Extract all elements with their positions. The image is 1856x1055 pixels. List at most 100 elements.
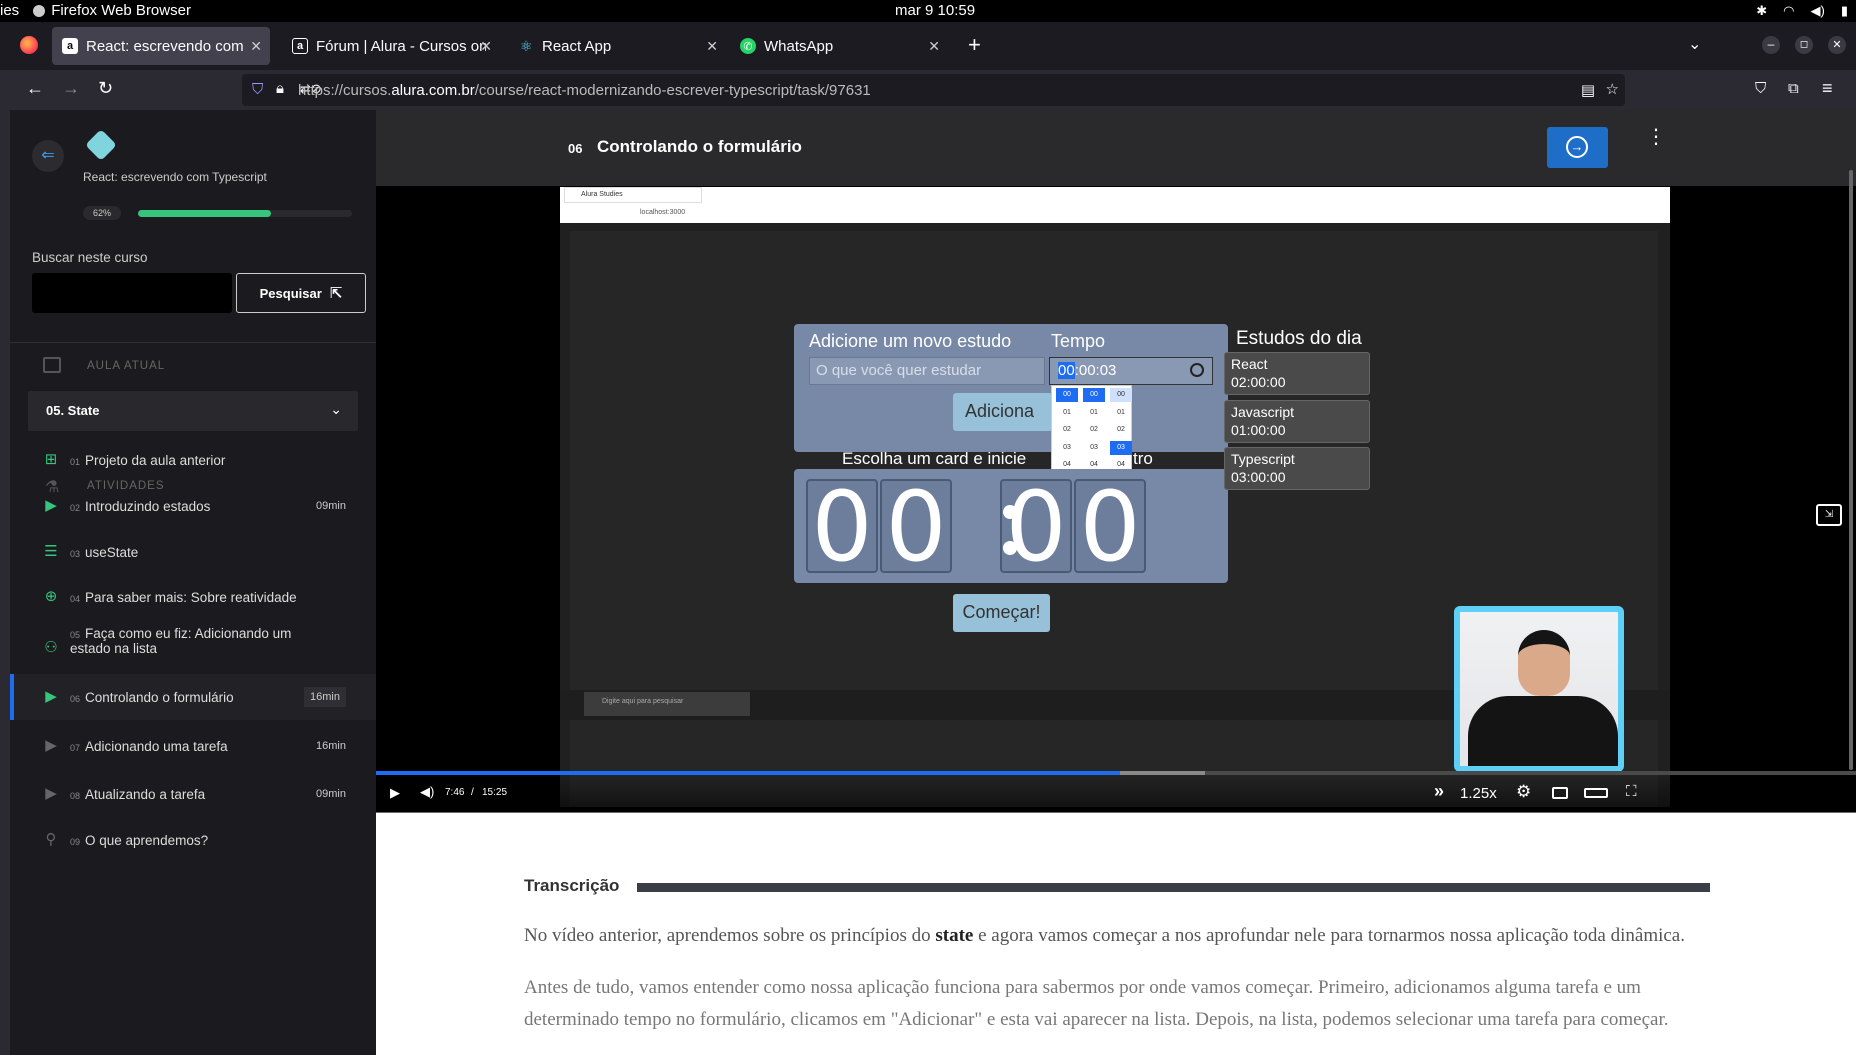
activity-title: Atualizando a tarefa [85, 786, 206, 802]
minimize-button[interactable]: – [1762, 36, 1780, 54]
system-clock[interactable]: mar 9 10:59 [895, 2, 975, 19]
back-icon[interactable]: ← [26, 78, 44, 99]
alura-favicon: a [292, 38, 308, 54]
course-search-input[interactable] [32, 273, 232, 313]
tracking-shield-icon[interactable]: ⛉ [252, 81, 263, 98]
app-menu[interactable]: Firefox Web Browser [33, 2, 191, 19]
video-controls: ▶ ◀) 7:46 / 15:25 » 1.25x ⚙ ⛶ [376, 771, 1856, 813]
transcript-body: No vídeo anterior, aprendemos sobre os p… [524, 920, 1704, 1036]
time-picker-cell: 01 [1090, 408, 1098, 416]
list-tabs-icon[interactable]: ⌄ [1688, 34, 1701, 54]
time-picker-cell: 00 [1083, 388, 1105, 402]
url-bar[interactable]: ⛉ 🔒︎ ⇄⊘ https://cursos.alura.com.br/cour… [242, 74, 1625, 106]
bookmark-star-icon[interactable]: ☆ [1606, 80, 1619, 98]
pocket-icon[interactable]: ⛉ [1755, 80, 1766, 97]
progress-percent: 62% [83, 206, 121, 220]
activity-duration: 09min [316, 500, 346, 512]
activity-number: 09 [70, 836, 81, 847]
tab-react-course[interactable]: a React: escrevendo com T ✕ [52, 27, 270, 65]
close-tab-icon[interactable]: ✕ [480, 38, 492, 55]
tab-forum[interactable]: a Fórum | Alura - Cursos on ✕ [282, 27, 500, 65]
day-study-card: Javascript 01:00:00 [1224, 399, 1370, 443]
settings-gear-icon[interactable]: ⚙ [1516, 782, 1531, 802]
activity-item[interactable]: ⊞ 01 Projeto da aula anterior [10, 448, 376, 472]
collapse-sidebar-icon[interactable]: ⇐ [32, 140, 64, 172]
close-window-button[interactable]: ✕ [1828, 36, 1846, 54]
activity-item[interactable]: ⚇ 05 Faça como eu fiz: Adicionando um estad… [10, 626, 376, 656]
activity-item[interactable]: ▶ 06 Controlando o formulário 16min [10, 674, 376, 720]
maximize-button[interactable]: ◻ [1795, 36, 1813, 54]
play-activity-icon: ▶ [45, 497, 57, 514]
activity-item[interactable]: ▶ 02 Introduzindo estados 09min [10, 494, 376, 518]
lock-icon[interactable]: 🔒︎ [276, 80, 284, 97]
add-study-button: Adiciona [953, 393, 1053, 431]
study-input: O que você quer estudar [809, 357, 1045, 385]
hamburger-menu-icon[interactable]: ≡ [1822, 78, 1833, 99]
reader-view-icon[interactable]: ▤ [1581, 81, 1595, 99]
activity-duration: 16min [316, 740, 346, 752]
wifi-icon: ◠ [1783, 3, 1795, 18]
time-picker-cell: 03 [1110, 440, 1132, 455]
activity-duration: 16min [304, 687, 346, 707]
play-icon[interactable]: ▶ [390, 785, 400, 801]
fullscreen-icon[interactable]: ⛶ [1626, 783, 1637, 800]
start-button: Começar! [953, 594, 1050, 632]
forward-icon[interactable]: → [62, 78, 80, 99]
picture-in-picture-icon[interactable]: ⇲ [1816, 504, 1842, 526]
time-input: 00:00:03 [1049, 357, 1213, 385]
activity-item[interactable]: ⊕ 04 Para saber mais: Sobre reatividade [10, 585, 376, 609]
activity-item[interactable]: ▶ 08 Atualizando a tarefa 09min [10, 782, 376, 806]
tab-whatsapp[interactable]: ✆ WhatsApp ✕ [730, 27, 948, 65]
app-name: Firefox Web Browser [51, 2, 191, 19]
miniplayer-icon[interactable] [1552, 787, 1568, 799]
seek-bar[interactable] [376, 771, 1856, 775]
search-button[interactable]: Pesquisar ⇱ [236, 273, 366, 313]
activity-number: 01 [70, 456, 81, 467]
theater-mode-icon[interactable] [1584, 788, 1608, 798]
url-text[interactable]: https://cursos.alura.com.br/course/react… [298, 82, 871, 99]
activity-item[interactable]: ⚲ 09 O que aprendemos? [10, 828, 376, 852]
nested-taskbar-search: Digite aqui para pesquisar [584, 692, 750, 716]
instructor-head [1518, 630, 1570, 696]
reload-icon[interactable]: ↻ [98, 78, 113, 99]
close-tab-icon[interactable]: ✕ [250, 38, 262, 55]
activity-item[interactable]: ☰ 03 useState [10, 540, 376, 564]
video-player[interactable]: Alura Studies localhost:3000 Adicione um… [376, 186, 1856, 812]
day-study-name: Typescript [1231, 451, 1295, 467]
book-activity-icon: ⊞ [44, 451, 58, 468]
day-study-time: 01:00:00 [1231, 421, 1286, 438]
activity-item[interactable]: ▶ 07 Adicionando uma tarefa 16min [10, 734, 376, 758]
system-tray[interactable]: ✱ ◠ ◀) ▮ [1756, 3, 1848, 19]
navigation-toolbar: ← → ↻ ⛉ 🔒︎ ⇄⊘ https://cursos.alura.com.b… [0, 70, 1856, 110]
lesson-header: 06 Controlando o formulário → ⋮ [376, 110, 1856, 186]
battery-icon: ▮ [1840, 3, 1848, 18]
cards-heading: Escolha um card e inicie [842, 449, 1027, 468]
volume-icon[interactable]: ◀) [420, 784, 434, 800]
page-scrollbar[interactable] [1846, 110, 1856, 1055]
close-tab-icon[interactable]: ✕ [706, 38, 718, 55]
activities-button[interactable]: ies [0, 2, 19, 19]
time-picker-cell: 02 [1063, 426, 1071, 434]
close-tab-icon[interactable]: ✕ [928, 38, 940, 55]
activity-number: 08 [70, 790, 81, 801]
extensions-icon[interactable]: ⧉ [1788, 80, 1799, 97]
current-lesson-select[interactable]: 05. State ⌄ [28, 391, 358, 431]
playback-speed[interactable]: 1.25x [1460, 785, 1497, 802]
activity-title: Controlando o formulário [85, 689, 234, 705]
activity-number: 06 [70, 693, 81, 704]
day-study-time: 03:00:00 [1231, 469, 1286, 485]
more-options-icon[interactable]: ⋮ [1646, 127, 1666, 147]
form-title: Adicione um novo estudo [809, 331, 1012, 351]
activity-title: Faça como eu fiz: Adicionando um [85, 626, 292, 641]
firefox-menu-icon[interactable] [20, 36, 38, 54]
day-study-card: React 02:00:00 [1224, 352, 1370, 395]
tab-react-app[interactable]: ⚛ React App ✕ [508, 27, 726, 65]
next-lesson-button[interactable]: → [1547, 127, 1608, 168]
skip-forward-icon[interactable]: » [1434, 781, 1444, 802]
transcript-paragraph-1: No vídeo anterior, aprendemos sobre os p… [524, 925, 1685, 946]
plus-activity-icon: ⊕ [44, 588, 58, 605]
time-picker-cell: 01 [1117, 408, 1125, 416]
course-title: React: escrevendo com Typescript [83, 170, 267, 184]
new-tab-button[interactable]: + [968, 32, 981, 58]
tab-strip: a React: escrevendo com T ✕ a Fórum | Al… [0, 22, 1856, 70]
